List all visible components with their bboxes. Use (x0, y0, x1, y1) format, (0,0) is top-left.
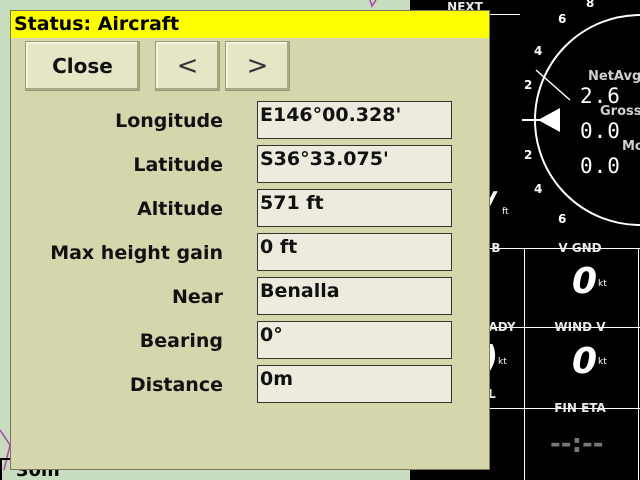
latitude-field: S36°33.075' (257, 145, 452, 183)
mc-label: Mc (622, 139, 640, 154)
gross-label: Gross (600, 104, 640, 119)
altitude-label: Altitude (137, 198, 223, 220)
previous-page-button[interactable]: < (155, 41, 220, 91)
vario-needle (538, 108, 560, 132)
infobox-vgnd-title[interactable]: V GND (550, 241, 610, 255)
infobox-partial-unit: kt (498, 357, 507, 367)
mc-value: 0.0 (580, 154, 621, 178)
gross-value: 0.0 (580, 119, 621, 143)
near-field: Benalla (257, 277, 452, 315)
infobox-vgnd-unit: kt (598, 279, 607, 289)
altitude-field: 571 ft (257, 189, 452, 227)
bearing-label: Bearing (139, 330, 223, 352)
distance-label: Distance (129, 374, 223, 396)
infobox-vgnd-value: 0 (572, 261, 598, 302)
max-height-gain-field: 0 ft (257, 233, 452, 271)
vario-tick-label: 2 (524, 78, 533, 92)
infobox-windv-unit: kt (598, 357, 607, 367)
dialog-title: Status: Aircraft (11, 11, 489, 38)
max-height-gain-label: Max height gain (50, 242, 223, 264)
longitude-field: E146°00.328' (257, 101, 452, 139)
infobox-divider (524, 248, 525, 480)
infobox-windv-value: 0 (572, 341, 598, 382)
infobox-altitude-unit: ft (502, 207, 509, 217)
vario-tick-label: 6 (558, 12, 567, 26)
infobox-fineta-value: --:-- (550, 429, 604, 459)
longitude-label: Longitude (115, 110, 223, 132)
infobox-divider (638, 248, 639, 480)
net-avg-label: NetAvg (588, 69, 640, 84)
vario-tick-label: 8 (586, 0, 595, 10)
infobox-fineta-title[interactable]: FIN ETA (550, 401, 610, 415)
near-label: Near (172, 286, 223, 308)
infobox-windv-title[interactable]: WIND V (550, 320, 610, 334)
status-aircraft-dialog: Status: Aircraft Close < > Longitude E14… (10, 10, 490, 470)
vario-tick-label: 6 (558, 212, 567, 226)
vario-tick-label: 4 (534, 44, 543, 58)
vario-tick-label: 2 (524, 148, 533, 162)
next-page-button[interactable]: > (225, 41, 290, 91)
bearing-field: 0° (257, 321, 452, 359)
vario-tick-label: 4 (534, 182, 543, 196)
distance-field: 0m (257, 365, 452, 403)
close-button[interactable]: Close (25, 41, 140, 91)
latitude-label: Latitude (133, 154, 223, 176)
